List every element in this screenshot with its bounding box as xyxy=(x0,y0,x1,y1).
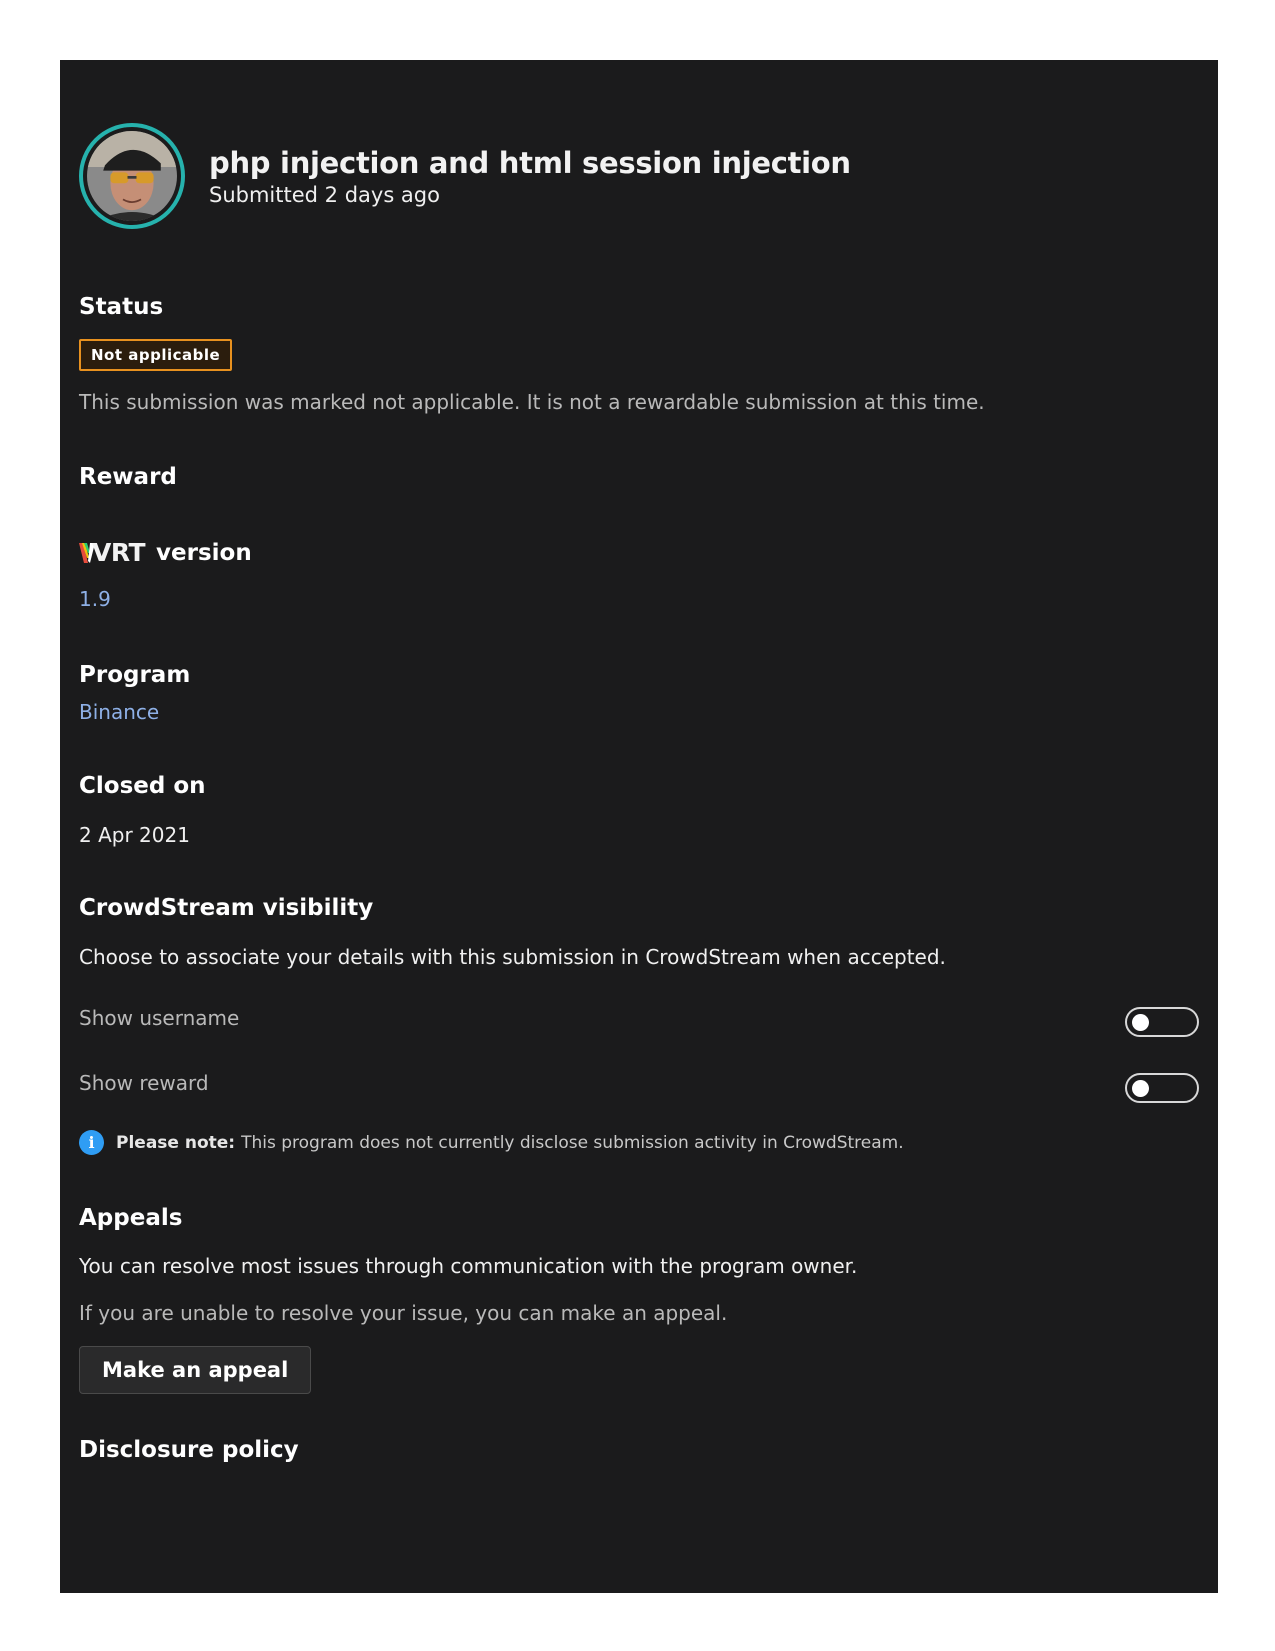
reward-heading: Reward xyxy=(79,464,177,490)
disclosure-heading: Disclosure policy xyxy=(79,1437,299,1463)
show-reward-label: Show reward xyxy=(79,1071,209,1095)
closed-heading: Closed on xyxy=(79,773,206,799)
program-heading: Program xyxy=(79,662,191,688)
avatar[interactable] xyxy=(79,123,185,229)
avatar-image xyxy=(87,131,177,221)
status-badge: Not applicable xyxy=(79,339,233,371)
closed-date: 2 Apr 2021 xyxy=(79,823,190,847)
appeals-line2: If you are unable to resolve your issue,… xyxy=(79,1301,728,1325)
toggle-knob xyxy=(1132,1080,1149,1097)
program-link[interactable]: Binance xyxy=(79,700,159,724)
show-reward-toggle[interactable] xyxy=(1125,1073,1199,1103)
submission-panel: php injection and html session injection… xyxy=(60,60,1218,1593)
vrt-logo-text: VRT xyxy=(92,538,146,567)
show-username-toggle[interactable] xyxy=(1125,1007,1199,1037)
vrt-heading-row: VRT version xyxy=(79,538,252,567)
title-block: php injection and html session injection… xyxy=(209,145,851,207)
toggle-knob xyxy=(1132,1014,1149,1031)
crowdstream-description: Choose to associate your details with th… xyxy=(79,945,946,969)
make-appeal-button[interactable]: Make an appeal xyxy=(79,1346,312,1394)
vrt-version-link[interactable]: 1.9 xyxy=(79,587,111,611)
status-badge-wrap: Not applicable xyxy=(79,339,233,371)
info-icon: i xyxy=(79,1130,104,1155)
page-title: php injection and html session injection xyxy=(209,146,851,180)
submitted-time: Submitted 2 days ago xyxy=(209,183,440,207)
note-text: This program does not currently disclose… xyxy=(241,1132,904,1153)
appeals-line1: You can resolve most issues through comm… xyxy=(79,1254,858,1278)
crowdstream-note: i Please note: This program does not cur… xyxy=(79,1130,904,1155)
appeals-heading: Appeals xyxy=(79,1205,183,1231)
appeal-button-wrap: Make an appeal xyxy=(79,1346,312,1394)
submission-header: php injection and html session injection… xyxy=(79,123,851,229)
vrt-logo: VRT xyxy=(79,538,146,567)
show-username-label: Show username xyxy=(79,1006,240,1030)
vrt-heading: version xyxy=(156,539,252,566)
status-description: This submission was marked not applicabl… xyxy=(79,390,985,414)
note-label: Please note: xyxy=(116,1132,236,1153)
status-heading: Status xyxy=(79,294,164,320)
crowdstream-heading: CrowdStream visibility xyxy=(79,895,374,921)
